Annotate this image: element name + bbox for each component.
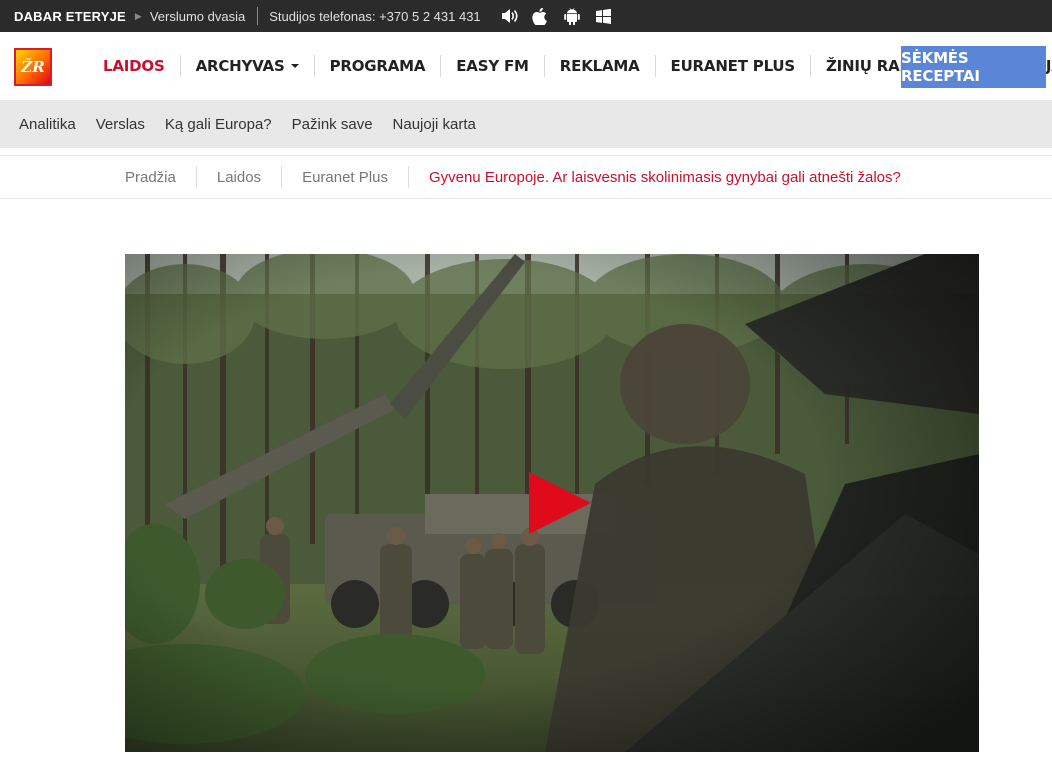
sekmes-receptai-button[interactable]: SĖKMĖS RECEPTAI [901, 46, 1046, 88]
subnav-item-pazink-save[interactable]: Pažink save [292, 116, 373, 133]
breadcrumb: Pradžia Laidos Euranet Plus Gyvenu Europ… [0, 155, 1052, 199]
nav-item-archyvas-label: ARCHYVAS [195, 57, 285, 75]
main-navigation: ŽR LAIDOS ARCHYVAS PROGRAMA EASY FM REKL… [0, 32, 1052, 100]
subnav-item-naujoji-karta[interactable]: Naujoji karta [393, 116, 476, 133]
nav-item-easy-fm[interactable]: EASY FM [441, 55, 545, 77]
on-air-label: DABAR ETERYJE [14, 8, 126, 24]
breadcrumb-item-pradzia[interactable]: Pradžia [125, 166, 197, 188]
volume-icon[interactable] [501, 7, 519, 25]
breadcrumb-item-euranet-plus[interactable]: Euranet Plus [282, 166, 409, 188]
divider [257, 7, 259, 25]
nav-item-archyvas[interactable]: ARCHYVAS [181, 55, 315, 77]
subnav-item-ka-gali-europa[interactable]: Ką gali Europa? [165, 116, 272, 133]
nav-item-laidos[interactable]: LAIDOS [88, 55, 181, 77]
windows-icon[interactable] [595, 7, 613, 25]
caret-down-icon [290, 64, 299, 68]
android-icon[interactable] [563, 7, 581, 25]
site-logo[interactable]: ŽR [14, 48, 52, 86]
breadcrumb-item-laidos[interactable]: Laidos [197, 166, 283, 188]
apple-icon[interactable] [531, 7, 549, 25]
sub-navigation: Analitika Verslas Ką gali Europa? Pažink… [0, 100, 1052, 148]
top-bar: DABAR ETERYJE ▶ Verslumo dvasia Studijos… [0, 0, 1052, 32]
nav-item-euranet-plus[interactable]: EURANET PLUS [656, 55, 811, 77]
video-player[interactable] [125, 254, 979, 752]
breadcrumb-current: Gyvenu Europoje. Ar laisvesnis skolinima… [428, 168, 901, 186]
subnav-item-analitika[interactable]: Analitika [19, 116, 76, 133]
current-show-link[interactable]: Verslumo dvasia [150, 9, 245, 24]
chevron-right-icon: ▶ [134, 10, 142, 21]
play-icon[interactable] [529, 472, 593, 534]
nav-item-programa[interactable]: PROGRAMA [315, 55, 442, 77]
logo-text: ŽR [21, 58, 45, 76]
studio-phone: Studijos telefonas: +370 5 2 431 431 [269, 8, 481, 24]
nav-item-reklama[interactable]: REKLAMA [545, 55, 656, 77]
subnav-item-verslas[interactable]: Verslas [96, 116, 145, 133]
